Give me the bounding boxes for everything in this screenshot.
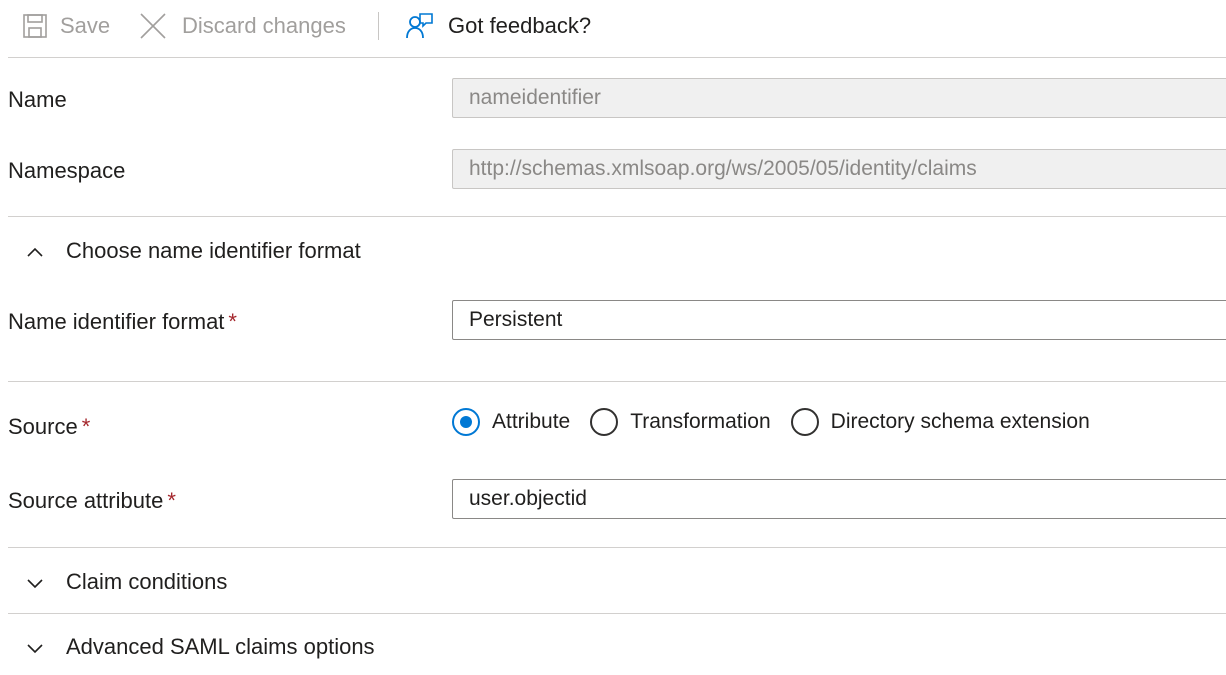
section-divider bbox=[8, 613, 1226, 614]
section-divider bbox=[8, 547, 1226, 548]
claim-conditions-title: Claim conditions bbox=[66, 569, 228, 594]
chevron-down-icon bbox=[26, 634, 66, 660]
toolbar-divider bbox=[378, 12, 379, 40]
radio-directory-schema-extension-label: Directory schema extension bbox=[830, 410, 1090, 433]
claim-conditions-toggle[interactable]: Claim conditions bbox=[26, 569, 227, 595]
name-field: nameidentifier bbox=[452, 78, 1226, 118]
command-bar: Save Discard changes Got feedback? bbox=[0, 0, 1226, 55]
source-attribute-select[interactable]: user.objectid bbox=[452, 479, 1226, 519]
source-option-directory-schema-extension[interactable]: Directory schema extension bbox=[790, 408, 1090, 436]
discard-changes-button[interactable]: Discard changes bbox=[138, 10, 346, 42]
name-identifier-format-label: Name identifier format * bbox=[8, 309, 237, 335]
format-section-title: Choose name identifier format bbox=[66, 238, 361, 263]
required-marker: * bbox=[228, 309, 237, 334]
radio-transformation[interactable] bbox=[590, 408, 619, 436]
source-label-text: Source bbox=[8, 414, 78, 439]
source-option-attribute[interactable]: Attribute bbox=[452, 408, 570, 436]
radio-attribute[interactable] bbox=[452, 408, 480, 436]
radio-directory-schema-extension[interactable] bbox=[790, 408, 819, 436]
section-divider bbox=[8, 381, 1226, 382]
chevron-down-icon bbox=[26, 569, 66, 595]
name-identifier-format-select[interactable]: Persistent bbox=[452, 300, 1226, 340]
save-button[interactable]: Save bbox=[22, 10, 110, 42]
source-option-transformation[interactable]: Transformation bbox=[590, 408, 771, 436]
radio-attribute-label: Attribute bbox=[492, 410, 571, 433]
advanced-saml-toggle[interactable]: Advanced SAML claims options bbox=[26, 634, 375, 660]
close-icon bbox=[138, 11, 168, 41]
name-identifier-format-label-text: Name identifier format bbox=[8, 309, 225, 334]
source-attribute-label-text: Source attribute bbox=[8, 488, 164, 513]
feedback-label: Got feedback? bbox=[448, 13, 592, 38]
radio-transformation-label: Transformation bbox=[630, 410, 771, 433]
source-label: Source * bbox=[8, 414, 90, 440]
source-attribute-label: Source attribute * bbox=[8, 488, 176, 514]
feedback-icon bbox=[404, 11, 434, 41]
chevron-up-icon bbox=[26, 238, 66, 264]
toolbar-divider-line bbox=[8, 57, 1226, 58]
discard-label: Discard changes bbox=[182, 13, 346, 38]
save-label: Save bbox=[60, 13, 111, 38]
advanced-saml-title: Advanced SAML claims options bbox=[66, 634, 375, 659]
save-icon bbox=[22, 13, 48, 39]
format-section-toggle[interactable]: Choose name identifier format bbox=[26, 238, 361, 264]
required-marker: * bbox=[167, 488, 176, 513]
required-marker: * bbox=[81, 414, 91, 439]
source-radio-group: Attribute Transformation Directory schem… bbox=[452, 402, 1110, 442]
feedback-button[interactable]: Got feedback? bbox=[404, 10, 591, 42]
namespace-field: http://schemas.xmlsoap.org/ws/2005/05/id… bbox=[452, 149, 1226, 189]
section-divider bbox=[8, 216, 1226, 217]
namespace-label: Namespace bbox=[8, 158, 126, 183]
name-label: Name bbox=[8, 87, 67, 112]
